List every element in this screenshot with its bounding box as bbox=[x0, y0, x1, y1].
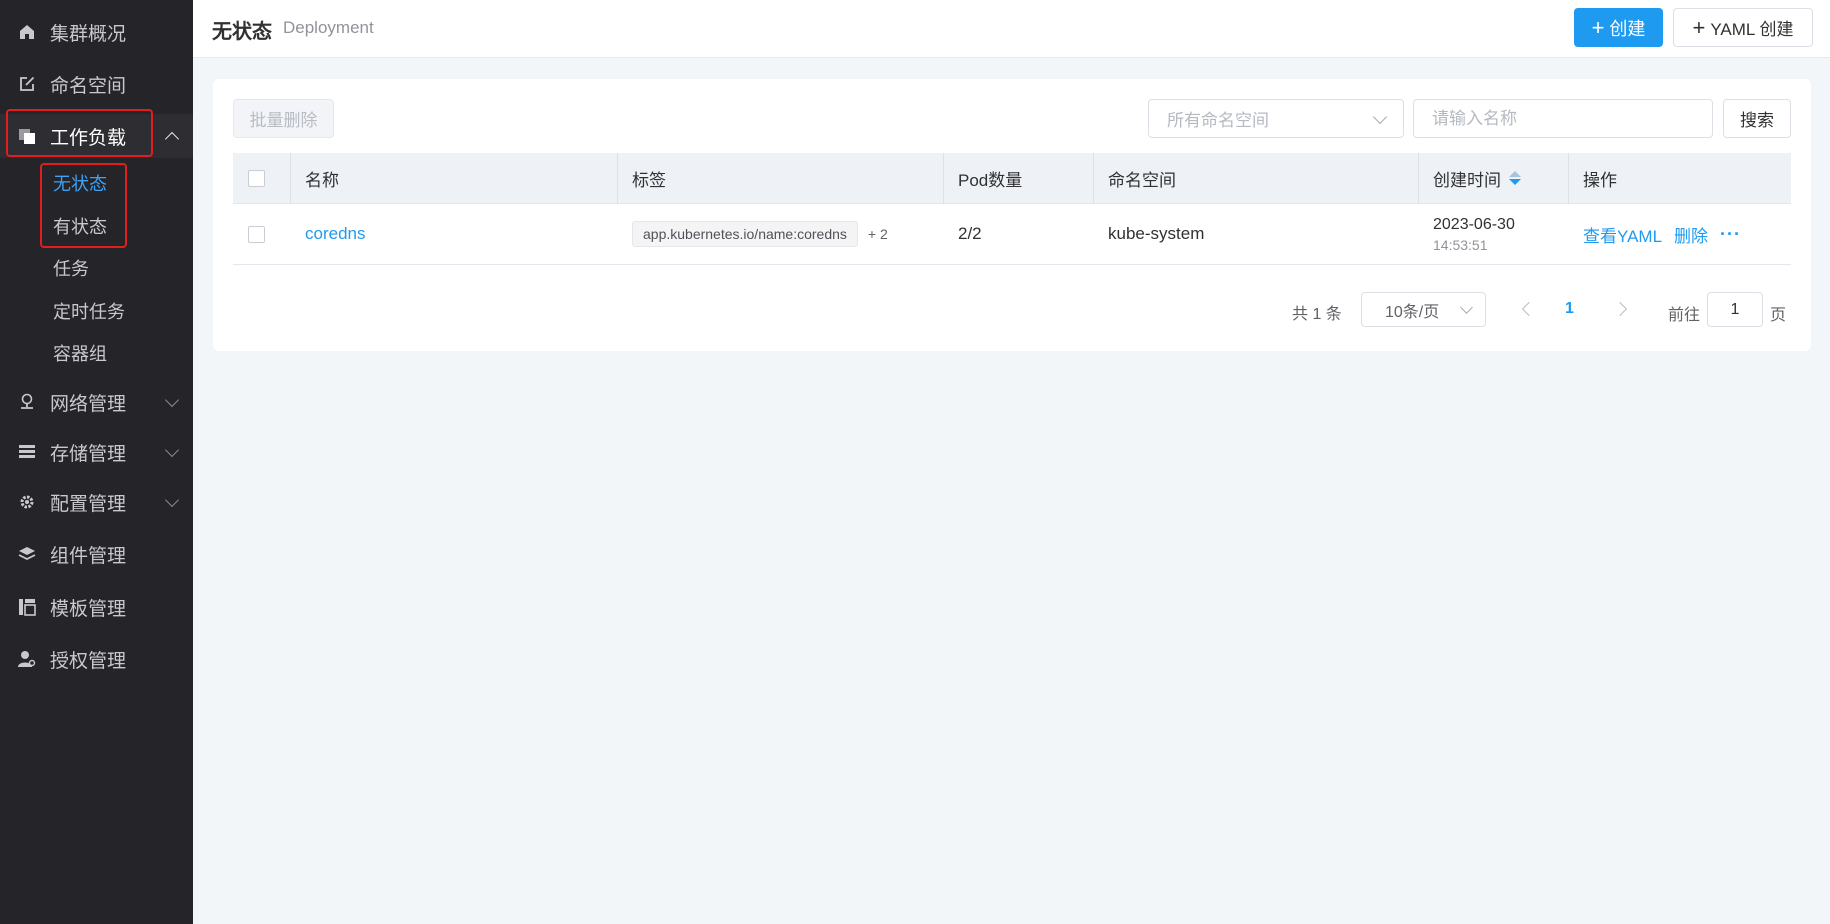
goto-page-input[interactable] bbox=[1707, 292, 1763, 327]
template-icon bbox=[17, 597, 37, 617]
user-key-icon bbox=[17, 649, 37, 669]
yaml-create-button[interactable]: + YAML 创建 bbox=[1673, 8, 1813, 47]
page-subtitle: Deployment bbox=[283, 18, 374, 37]
chevron-down-icon bbox=[1460, 301, 1473, 314]
sidebar-item-templates[interactable]: 模板管理 bbox=[0, 585, 193, 629]
gear-icon bbox=[17, 492, 37, 512]
batch-delete-button[interactable]: 批量删除 bbox=[233, 99, 334, 138]
sidebar-item-cluster-overview[interactable]: 集群概况 bbox=[0, 10, 193, 54]
create-button[interactable]: + 创建 bbox=[1574, 8, 1663, 47]
deployment-list-card: 批量删除 所有命名空间 搜索 名称 标签 Pod数量 命名空间 创建时间 bbox=[213, 79, 1811, 351]
column-header-pods: Pod数量 bbox=[958, 170, 1023, 190]
sidebar-item-label: 命名空间 bbox=[50, 75, 127, 97]
sidebar-item-storage[interactable]: 存储管理 bbox=[0, 430, 193, 474]
sidebar-item-label: 组件管理 bbox=[50, 545, 127, 567]
label-more-count[interactable]: + 2 bbox=[868, 226, 888, 242]
actions-cell: 查看YAML 删除 ··· bbox=[1583, 204, 1741, 264]
sidebar-item-deployment[interactable]: 无状态 bbox=[0, 163, 193, 203]
row-checkbox[interactable] bbox=[248, 225, 265, 243]
sidebar-item-job[interactable]: 任务 bbox=[0, 248, 193, 288]
namespace-select-placeholder: 所有命名空间 bbox=[1167, 111, 1269, 130]
created-time-cell: 2023-06-30 14:53:51 bbox=[1433, 204, 1515, 264]
goto-suffix: 页 bbox=[1770, 307, 1787, 324]
sidebar-item-label: 网络管理 bbox=[50, 393, 127, 415]
sidebar-item-network[interactable]: 网络管理 bbox=[0, 380, 193, 424]
table-row: coredns app.kubernetes.io/name:coredns +… bbox=[233, 204, 1791, 265]
sidebar-item-pod[interactable]: 容器组 bbox=[0, 333, 193, 373]
column-header-created-label: 创建时间 bbox=[1433, 170, 1501, 190]
sidebar-item-label: 模板管理 bbox=[50, 598, 127, 620]
plus-icon: + bbox=[1692, 14, 1706, 40]
sidebar-item-authorization[interactable]: 授权管理 bbox=[0, 637, 193, 681]
sort-icon[interactable] bbox=[1509, 171, 1521, 185]
layers-icon bbox=[17, 544, 37, 564]
namespace-select[interactable]: 所有命名空间 bbox=[1148, 99, 1404, 138]
sidebar-item-label: 集群概况 bbox=[50, 23, 127, 45]
sidebar-item-components[interactable]: 组件管理 bbox=[0, 532, 193, 576]
sidebar-item-label: 有状态 bbox=[53, 217, 107, 237]
pagination-total: 共 1 条 bbox=[1292, 306, 1342, 323]
storage-icon bbox=[17, 442, 37, 462]
chevron-down-icon bbox=[164, 442, 180, 458]
created-date: 2023-06-30 bbox=[1433, 215, 1515, 233]
page-size-value: 10条/页 bbox=[1385, 303, 1440, 321]
pagination: 共 1 条 10条/页 1 前往 页 bbox=[213, 292, 1811, 328]
sidebar-item-label: 任务 bbox=[53, 259, 89, 279]
edit-icon bbox=[17, 74, 37, 94]
page-number-current[interactable]: 1 bbox=[1565, 300, 1574, 318]
plus-icon: + bbox=[1591, 14, 1605, 40]
sidebar-item-label: 定时任务 bbox=[53, 302, 125, 322]
label-tag: app.kubernetes.io/name:coredns bbox=[632, 221, 858, 247]
sidebar-item-label: 授权管理 bbox=[50, 650, 127, 672]
deployment-name-link[interactable]: coredns bbox=[305, 224, 365, 244]
goto-label: 前往 bbox=[1668, 307, 1701, 324]
row-select-cell bbox=[248, 204, 265, 264]
home-icon bbox=[17, 22, 37, 42]
column-header-actions: 操作 bbox=[1583, 170, 1617, 190]
pod-count: 2/2 bbox=[958, 224, 982, 243]
page-title: 无状态 bbox=[212, 21, 272, 43]
column-header-labels: 标签 bbox=[632, 170, 666, 190]
chevron-up-icon bbox=[164, 131, 180, 147]
network-icon bbox=[17, 392, 37, 412]
labels-cell: app.kubernetes.io/name:coredns + 2 bbox=[632, 204, 888, 264]
sidebar-item-namespace[interactable]: 命名空间 bbox=[0, 62, 193, 106]
sidebar-item-statefulset[interactable]: 有状态 bbox=[0, 206, 193, 246]
search-input[interactable] bbox=[1413, 99, 1713, 138]
sidebar-item-label: 无状态 bbox=[53, 174, 107, 194]
table-header: 名称 标签 Pod数量 命名空间 创建时间 操作 bbox=[233, 153, 1791, 204]
column-header-name: 名称 bbox=[305, 170, 339, 190]
more-actions-icon[interactable]: ··· bbox=[1720, 224, 1741, 245]
deployment-name-cell: coredns bbox=[305, 204, 365, 264]
deployment-table: 名称 标签 Pod数量 命名空间 创建时间 操作 coredns app.kub… bbox=[233, 153, 1791, 265]
chevron-down-icon bbox=[164, 492, 180, 508]
sidebar-item-label: 存储管理 bbox=[50, 443, 127, 465]
sidebar-item-cronjob[interactable]: 定时任务 bbox=[0, 291, 193, 331]
sidebar-item-label: 工作负载 bbox=[50, 127, 127, 149]
view-yaml-link[interactable]: 查看YAML bbox=[1583, 222, 1662, 247]
prev-page-icon[interactable] bbox=[1521, 301, 1537, 317]
column-header-created[interactable]: 创建时间 bbox=[1433, 153, 1521, 203]
sidebar-item-config[interactable]: 配置管理 bbox=[0, 480, 193, 524]
page-header: 无状态 Deployment + 创建 + YAML 创建 bbox=[193, 0, 1830, 58]
namespace-value: kube-system bbox=[1108, 224, 1205, 243]
sidebar: 集群概况 命名空间 工作负载 无状态 有状态 任务 定时任务 容器组 网络管理 bbox=[0, 0, 193, 924]
sidebar-item-label: 配置管理 bbox=[50, 493, 127, 515]
delete-link[interactable]: 删除 bbox=[1674, 222, 1708, 247]
workload-icon bbox=[17, 126, 37, 146]
page-size-select[interactable]: 10条/页 bbox=[1361, 292, 1486, 327]
chevron-down-icon bbox=[164, 392, 180, 408]
created-time: 14:53:51 bbox=[1433, 236, 1488, 253]
column-header-namespace: 命名空间 bbox=[1108, 170, 1176, 190]
create-button-label: 创建 bbox=[1609, 18, 1646, 39]
chevron-down-icon bbox=[1372, 109, 1388, 125]
select-all-cell bbox=[248, 153, 265, 203]
search-button[interactable]: 搜索 bbox=[1723, 99, 1791, 138]
select-all-checkbox[interactable] bbox=[248, 169, 265, 187]
sidebar-item-label: 容器组 bbox=[53, 344, 107, 364]
next-page-icon[interactable] bbox=[1612, 301, 1628, 317]
sidebar-item-workload[interactable]: 工作负载 bbox=[0, 114, 193, 158]
yaml-create-button-label: YAML 创建 bbox=[1710, 20, 1794, 39]
